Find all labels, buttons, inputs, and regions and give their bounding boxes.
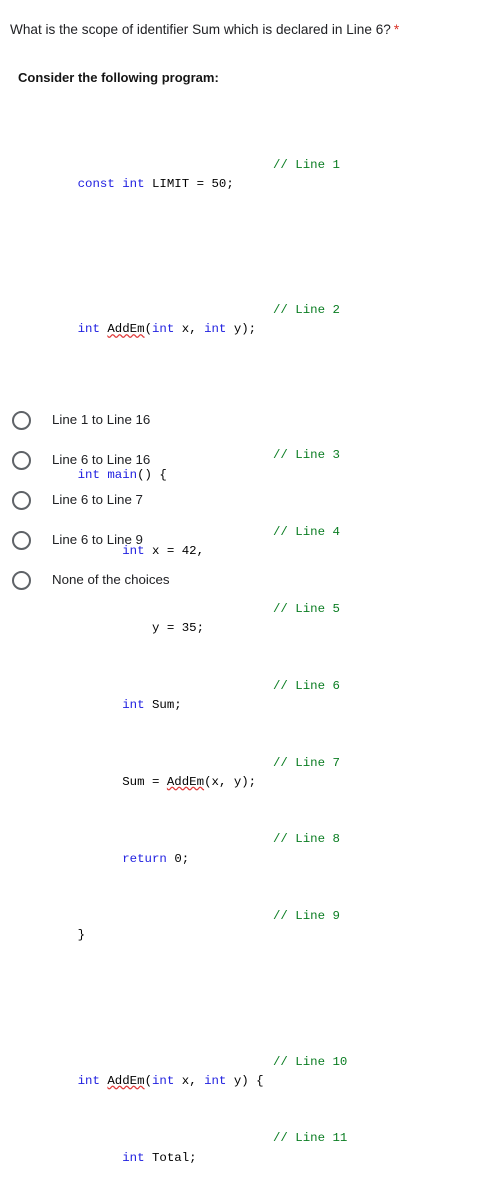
code-comment: // Line 7	[273, 755, 340, 770]
code-line: int AddEm(int x, int y) { // Line 10	[77, 1054, 348, 1088]
code-prompt-label: Consider the following program:	[18, 70, 219, 85]
code-line-spacer	[33, 378, 264, 389]
code-line: int AddEm(int x, int y); // Line 2	[77, 303, 340, 337]
answer-options-list: Line 1 to Line 16 Line 6 to Line 16 Line…	[0, 400, 504, 600]
code-comment: // Line 10	[273, 1054, 348, 1069]
option-label: None of the choices	[52, 572, 170, 587]
code-comment: // Line 9	[273, 909, 340, 924]
code-listing: const int LIMIT = 50; // Line 1 int AddE…	[33, 98, 348, 1192]
radio-button-icon[interactable]	[12, 570, 31, 590]
question-title: What is the scope of identifier Sum whic…	[10, 20, 498, 39]
option-label: Line 6 to Line 7	[52, 492, 143, 507]
code-comment: // Line 6	[273, 678, 340, 693]
code-line: const int LIMIT = 50; // Line 1	[77, 157, 340, 191]
option-row-0[interactable]: Line 1 to Line 16	[0, 400, 504, 440]
question-text: What is the scope of identifier Sum whic…	[10, 22, 391, 37]
option-row-4[interactable]: None of the choices	[0, 560, 504, 600]
code-line: return 0; // Line 8	[122, 832, 340, 866]
radio-button-icon[interactable]	[12, 410, 31, 430]
option-row-3[interactable]: Line 6 to Line 9	[0, 520, 504, 560]
code-comment: // Line 2	[273, 303, 340, 318]
option-row-2[interactable]: Line 6 to Line 7	[0, 480, 504, 520]
code-comment: // Line 11	[273, 1131, 348, 1146]
required-asterisk: *	[393, 22, 400, 37]
code-comment: // Line 1	[273, 157, 340, 172]
option-label: Line 1 to Line 16	[52, 412, 151, 427]
question-page: What is the scope of identifier Sum whic…	[0, 0, 504, 1165]
code-line: int Total; // Line 11	[122, 1131, 348, 1165]
code-comment: // Line 5	[273, 602, 340, 617]
code-line: int Sum; // Line 6	[122, 678, 340, 713]
code-line: y = 35; // Line 5	[151, 602, 340, 636]
code-line-spacer	[33, 232, 264, 243]
option-label: Line 6 to Line 16	[52, 452, 151, 467]
radio-button-icon[interactable]	[12, 490, 31, 510]
option-label: Line 6 to Line 9	[52, 532, 143, 547]
code-comment: // Line 8	[273, 832, 340, 847]
radio-button-icon[interactable]	[12, 450, 31, 470]
code-line: } // Line 9	[77, 909, 340, 943]
radio-button-icon[interactable]	[12, 530, 31, 550]
option-row-1[interactable]: Line 6 to Line 16	[0, 440, 504, 480]
code-line: Sum = AddEm(x, y); // Line 7	[122, 755, 340, 789]
code-line-spacer	[33, 984, 264, 995]
